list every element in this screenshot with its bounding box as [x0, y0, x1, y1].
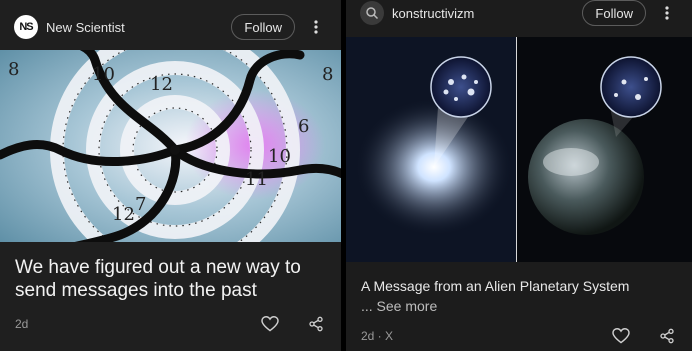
more-vert-icon[interactable] [305, 16, 327, 38]
card-footer: 2d · X [361, 326, 678, 346]
svg-text:10: 10 [92, 64, 115, 85]
svg-text:6: 6 [298, 116, 309, 137]
avatar-text: NS [19, 21, 33, 33]
card-header: NS New Scientist Follow [0, 8, 341, 46]
svg-text:8: 8 [322, 64, 333, 85]
heart-icon[interactable] [259, 313, 281, 335]
headline[interactable]: A Message from an Alien Planetary System [361, 277, 681, 296]
svg-text:10: 10 [268, 146, 291, 167]
svg-text:11: 11 [245, 169, 268, 190]
source-name[interactable]: konstructivizm [392, 6, 582, 21]
svg-text:12: 12 [112, 204, 135, 225]
svg-text:12: 12 [150, 74, 173, 95]
timestamp: 2d · X [361, 329, 394, 343]
card-footer: 2d [15, 314, 327, 334]
news-card-konstructivizm[interactable]: konstructivizm Follow A Message from an … [346, 0, 692, 351]
spiral-clock-image[interactable]: 8 10 12 10 11 6 8 12 7 [0, 50, 341, 242]
follow-button[interactable]: Follow [582, 0, 646, 26]
see-more-link[interactable]: ... See more [361, 298, 437, 314]
source-avatar[interactable]: NS [14, 15, 38, 39]
headline[interactable]: We have figured out a new way to send me… [15, 256, 330, 302]
follow-button[interactable]: Follow [231, 14, 295, 40]
alien-planetary-system-image[interactable] [346, 37, 692, 262]
source-name[interactable]: New Scientist [46, 20, 231, 35]
svg-text:8: 8 [8, 59, 19, 80]
heart-icon[interactable] [610, 325, 632, 347]
news-card-new-scientist[interactable]: NS New Scientist Follow 8 10 12 10 11 6 … [0, 0, 341, 351]
timestamp: 2d [15, 317, 29, 331]
card-header: konstructivizm Follow [346, 0, 692, 32]
more-vert-icon[interactable] [656, 2, 678, 24]
source-avatar[interactable] [360, 1, 384, 25]
share-icon[interactable] [656, 325, 678, 347]
svg-text:7: 7 [135, 194, 146, 215]
share-icon[interactable] [305, 313, 327, 335]
